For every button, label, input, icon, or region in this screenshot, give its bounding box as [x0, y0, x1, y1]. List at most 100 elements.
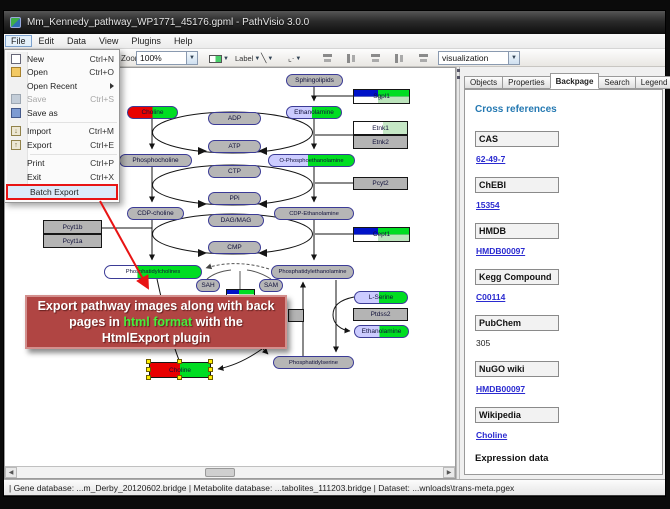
pathway-node-sah[interactable]: SAH: [196, 279, 220, 292]
xref-link[interactable]: HMDB00097: [476, 384, 662, 394]
line-tool-button[interactable]: ╲▼: [258, 51, 276, 66]
selection-handle[interactable]: [208, 359, 213, 364]
status-bar: | Gene database: ...m_Derby_20120602.bri…: [4, 479, 665, 495]
xref-link[interactable]: C00114: [476, 292, 662, 302]
pathway-node-cdp-ethanolamine[interactable]: CDP-Ethanolamine: [274, 207, 354, 220]
xref-link[interactable]: HMDB00097: [476, 246, 662, 256]
pathway-node-ptdss2[interactable]: Ptdss2: [353, 308, 408, 321]
scroll-right-icon[interactable]: ▶: [443, 467, 455, 478]
zoom-value: 100%: [137, 53, 186, 63]
menubar-item-edit[interactable]: Edit: [33, 35, 61, 47]
xref-database-name: CAS: [475, 131, 559, 147]
cross-references-heading: Cross references: [475, 104, 662, 115]
pathway-node-pcyt2[interactable]: Pcyt2: [353, 177, 408, 190]
file-menu-item-exit[interactable]: ExitCtrl+X: [5, 170, 119, 184]
file-menu-item-new[interactable]: NewCtrl+N: [5, 52, 119, 66]
scrollbar-thumb[interactable]: [205, 468, 235, 477]
menubar-item-help[interactable]: Help: [168, 35, 199, 47]
menubar-item-file[interactable]: File: [5, 35, 32, 47]
tab-properties[interactable]: Properties: [502, 76, 550, 89]
visualization-value: visualization: [439, 53, 508, 63]
connector-icon: ⌞·: [288, 54, 294, 63]
pathway-node-atp[interactable]: ATP: [208, 140, 261, 153]
align-middle-button[interactable]: [343, 51, 360, 66]
xref-link[interactable]: 62-49-7: [476, 154, 662, 164]
menu-item-shortcut: Ctrl+M: [89, 126, 114, 136]
pathway-node-etnk1[interactable]: Etnk1: [353, 121, 408, 135]
pathway-node[interactable]: [288, 309, 304, 322]
tab-legend[interactable]: Legend: [635, 76, 670, 89]
pathway-node-sgpl1[interactable]: Sgpl1: [353, 89, 410, 104]
pathway-node-sphingolipids[interactable]: Sphingolipids: [286, 74, 343, 87]
scroll-left-icon[interactable]: ◀: [5, 467, 17, 478]
align-center-button[interactable]: [319, 51, 336, 66]
selection-handle[interactable]: [146, 359, 151, 364]
pathway-node-etnk2[interactable]: Etnk2: [353, 135, 408, 149]
chevron-down-icon[interactable]: ▼: [186, 52, 197, 64]
menu-item-shortcut: Ctrl+N: [90, 54, 114, 64]
xref-link[interactable]: Choline: [476, 430, 662, 440]
selection-handle[interactable]: [146, 367, 151, 372]
selection-handle[interactable]: [177, 359, 182, 364]
open-folder-icon: [5, 67, 27, 77]
file-menu-item-print[interactable]: PrintCtrl+P: [5, 157, 119, 171]
match-width-button[interactable]: [415, 51, 432, 66]
pathway-node-phosphatidylcholines[interactable]: Phosphatidylcholines: [104, 265, 202, 279]
tab-search[interactable]: Search: [598, 76, 635, 89]
file-menu-item-open[interactable]: OpenCtrl+O: [5, 66, 119, 80]
title-bar[interactable]: Mm_Kennedy_pathway_WP1771_45176.gpml - P…: [4, 11, 665, 34]
menubar-item-plugins[interactable]: Plugins: [125, 35, 167, 47]
pathway-node-ethanolamine[interactable]: Ethanolamine: [354, 325, 409, 338]
distribute-horizontal-button[interactable]: [367, 51, 384, 66]
file-menu-item-export[interactable]: ↑ ExportCtrl+E: [5, 138, 119, 152]
chevron-down-icon[interactable]: ▼: [295, 56, 301, 62]
menubar-item-view[interactable]: View: [93, 35, 124, 47]
datanode-button[interactable]: ▼: [206, 51, 232, 66]
pathway-node-pcyt1a[interactable]: Pcyt1a: [43, 234, 102, 248]
export-icon: ↑: [11, 140, 21, 150]
chevron-down-icon[interactable]: ▼: [267, 56, 273, 62]
selection-handle[interactable]: [177, 375, 182, 380]
file-menu-item-save-as[interactable]: Save as: [5, 106, 119, 120]
pathway-node-ethanolamine[interactable]: Ethanolamine: [286, 106, 342, 119]
selection-handle[interactable]: [208, 375, 213, 380]
connector-tool-button[interactable]: ⌞·▼: [285, 51, 304, 66]
file-menu-item-batch-export[interactable]: Batch Export: [6, 184, 118, 200]
pathway-node-dag-mag[interactable]: DAG/MAG: [208, 214, 264, 227]
pathway-node-cdp-choline[interactable]: CDP-choline: [127, 207, 184, 220]
menubar-item-data[interactable]: Data: [61, 35, 92, 47]
pathway-node-ctp[interactable]: CTP: [208, 165, 261, 178]
xref-link[interactable]: 15354: [476, 200, 662, 210]
zoom-combobox[interactable]: 100% ▼: [136, 51, 198, 65]
selection-handle[interactable]: [146, 375, 151, 380]
align-middle-icon: [346, 53, 357, 64]
pathway-node-ppi[interactable]: PPi: [208, 192, 261, 205]
window-title: Mm_Kennedy_pathway_WP1771_45176.gpml - P…: [27, 17, 309, 28]
distribute-vertical-button[interactable]: [391, 51, 408, 66]
menu-item-label: Export: [27, 140, 90, 150]
pathway-node-phosphocholine[interactable]: Phosphocholine: [119, 154, 192, 167]
pathway-node-adp[interactable]: ADP: [208, 112, 261, 125]
chevron-down-icon[interactable]: ▼: [508, 52, 519, 64]
pathway-node-sam[interactable]: SAM: [259, 279, 283, 292]
selection-handle[interactable]: [208, 367, 213, 372]
pathway-node-cept1[interactable]: Cept1: [353, 227, 410, 242]
pathway-node-pcyt1b[interactable]: Pcyt1b: [43, 220, 102, 234]
chevron-down-icon[interactable]: ▼: [223, 56, 229, 62]
file-menu-item-import[interactable]: ↓ImportCtrl+M: [5, 125, 119, 139]
menu-item-label: Batch Export: [30, 187, 111, 197]
menu-item-shortcut: Ctrl+O: [89, 67, 114, 77]
pathway-node-l-serine[interactable]: L-Serine: [354, 291, 408, 304]
file-menu-item-open-recent[interactable]: Open Recent: [5, 79, 119, 93]
pathway-node-phosphatidylethanolamine[interactable]: Phosphatidylethanolamine: [271, 265, 354, 279]
pathway-node-cmp[interactable]: CMP: [208, 241, 261, 254]
tab-backpage[interactable]: Backpage: [550, 73, 600, 89]
callout-highlight: html format: [123, 315, 192, 329]
pathway-node-phosphatidylserine[interactable]: Phosphatidylserine: [273, 356, 354, 369]
tab-objects[interactable]: Objects: [464, 76, 503, 89]
horizontal-scrollbar[interactable]: ◀ ▶: [5, 466, 455, 478]
pathway-node-choline[interactable]: Choline: [127, 106, 178, 119]
menu-item-shortcut: Ctrl+E: [90, 140, 114, 150]
pathway-node-o-phosphoethanolamine[interactable]: O-Phosphoethanolamine: [268, 154, 355, 167]
visualization-combobox[interactable]: visualization ▼: [438, 51, 520, 65]
